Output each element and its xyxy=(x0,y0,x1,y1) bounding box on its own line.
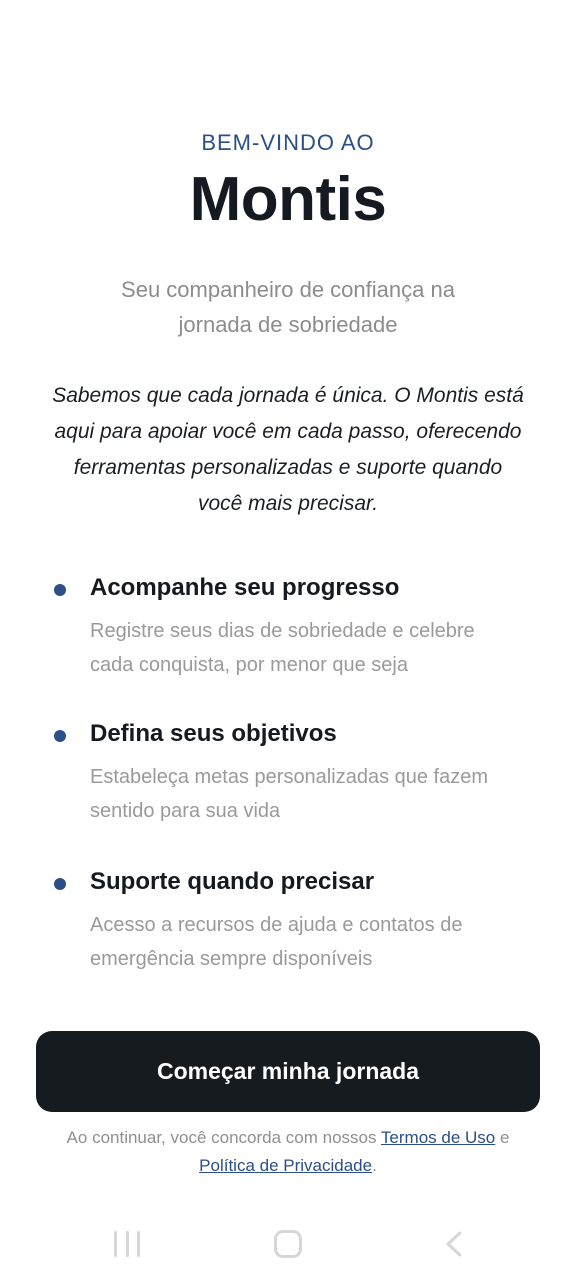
intro-line: Sabemos que cada jornada é única. O Mont… xyxy=(52,384,524,407)
recent-apps-icon[interactable] xyxy=(114,1231,140,1257)
feature-desc-line: Acesso a recursos de ajuda e contatos de xyxy=(90,914,463,936)
legal-conjunction: e xyxy=(495,1128,510,1147)
legal-prefix: Ao continuar, você concorda com nossos xyxy=(66,1128,381,1147)
intro-line: você mais precisar. xyxy=(197,492,379,515)
welcome-screen: BEM-VINDO AO Montis Seu companheiro de c… xyxy=(0,0,576,1280)
legal-notice: Ao continuar, você concorda com nossos T… xyxy=(28,1124,548,1180)
intro-line: ferramentas personalizadas e suporte qua… xyxy=(73,456,503,479)
intro-text: Sabemos que cada jornada é única. O Mont… xyxy=(28,378,548,522)
system-navigation-bar xyxy=(0,1215,576,1275)
feature-desc-line: cada conquista, por menor que seja xyxy=(90,654,408,676)
feature-description: Registre seus dias de sobriedade e celeb… xyxy=(90,614,550,682)
feature-desc-line: emergência sempre disponíveis xyxy=(90,948,373,970)
welcome-eyebrow: BEM-VINDO AO xyxy=(201,130,375,155)
privacy-policy-link[interactable]: Política de Privacidade xyxy=(199,1156,372,1175)
feature-title: Acompanhe seu progresso xyxy=(90,574,400,601)
back-icon[interactable] xyxy=(442,1231,468,1257)
bullet-dot xyxy=(54,878,66,890)
start-journey-button[interactable]: Começar minha jornada xyxy=(36,1031,540,1112)
feature-title: Defina seus objetivos xyxy=(90,720,337,747)
legal-suffix: . xyxy=(372,1156,377,1175)
terms-of-use-link[interactable]: Termos de Uso xyxy=(381,1128,495,1147)
bullet-dot xyxy=(54,730,66,742)
feature-desc-line: Registre seus dias de sobriedade e celeb… xyxy=(90,620,475,642)
subtitle: Seu companheiro de confiança na jornada … xyxy=(88,272,488,342)
bullet-dot xyxy=(54,584,66,596)
feature-title: Suporte quando precisar xyxy=(90,868,375,895)
intro-line: aqui para apoiar você em cada passo, ofe… xyxy=(54,420,522,443)
app-title: Montis xyxy=(189,165,387,234)
subtitle-line: Seu companheiro de confiança na xyxy=(121,277,455,302)
home-icon[interactable] xyxy=(274,1230,302,1258)
feature-desc-line: sentido para sua vida xyxy=(90,800,281,822)
subtitle-line: jornada de sobriedade xyxy=(178,312,398,337)
feature-description: Estabeleça metas personalizadas que faze… xyxy=(90,760,550,828)
feature-description: Acesso a recursos de ajuda e contatos de… xyxy=(90,908,550,976)
feature-desc-line: Estabeleça metas personalizadas que faze… xyxy=(90,766,489,788)
